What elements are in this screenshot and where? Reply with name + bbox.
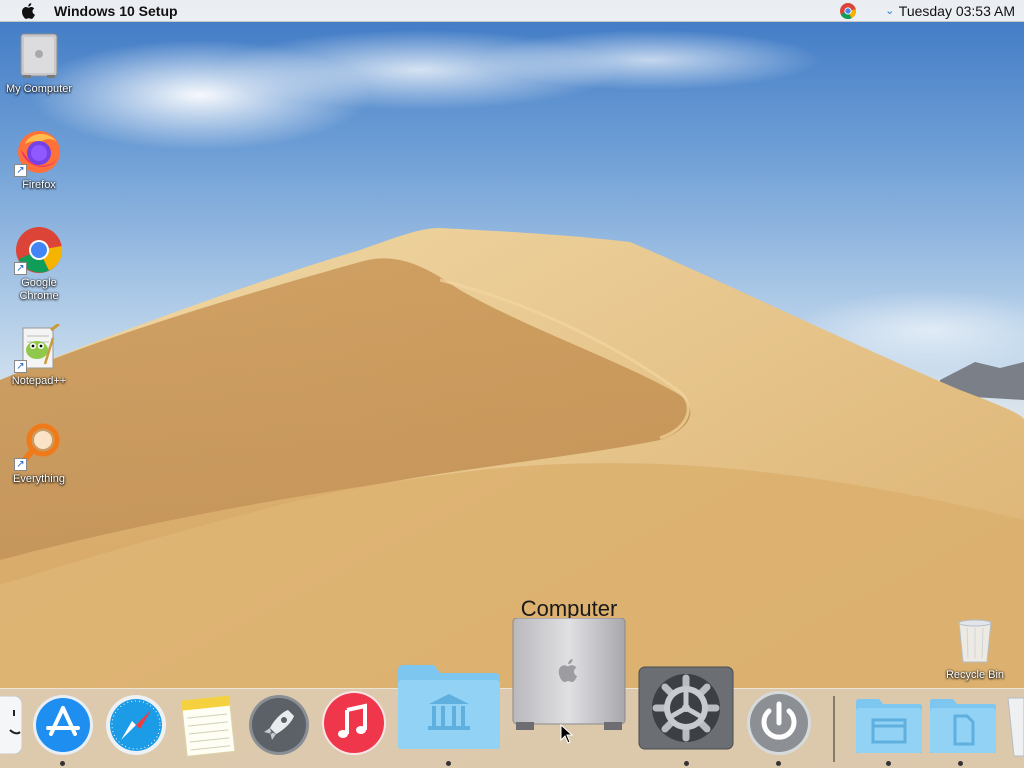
music-note-icon	[322, 691, 386, 755]
running-indicator	[958, 761, 963, 766]
desktop-icon-notepadpp[interactable]: ↗ Notepad++	[0, 322, 78, 388]
notes-icon	[180, 695, 236, 757]
dock-item-system-preferences[interactable]	[638, 666, 734, 755]
shortcut-arrow-icon: ↗	[14, 164, 27, 177]
desktop-icon-everything[interactable]: ↗ Everything	[0, 422, 78, 486]
dock-item-safari[interactable]	[105, 694, 167, 761]
running-indicator	[446, 761, 451, 766]
desktop-icon-label: Firefox	[22, 179, 56, 191]
dock-item-music[interactable]	[321, 690, 387, 761]
chevron-down-icon[interactable]: ⌄	[883, 4, 897, 18]
rocket-icon	[249, 695, 309, 755]
dock-item-notes[interactable]	[178, 692, 238, 763]
active-app-title[interactable]: Windows 10 Setup	[54, 3, 178, 19]
running-indicator	[776, 761, 781, 766]
desktop-icon-label: Google Chrome	[19, 277, 59, 302]
top-menu-bar: Windows 10 Setup ⌄ Tuesday 03:53 AM	[0, 0, 1024, 22]
desktop-icon-label: Recycle Bin	[945, 669, 1005, 681]
dock-item-finder[interactable]	[0, 695, 23, 759]
desktop-icon-recycle-bin[interactable]: Recycle Bin	[936, 618, 1014, 682]
dock-item-trash[interactable]	[1006, 694, 1024, 763]
safari-icon	[106, 695, 166, 755]
notepadpp-icon: ↗	[14, 322, 63, 373]
everything-search-icon: ↗	[14, 422, 63, 471]
running-indicator	[684, 761, 689, 766]
mac-pro-icon	[512, 617, 626, 730]
desktop-icon-label: Everything	[13, 473, 65, 485]
menubar-clock[interactable]: Tuesday 03:53 AM	[899, 3, 1015, 19]
window-folder-icon	[856, 699, 922, 753]
dock-item-documents-folder[interactable]	[929, 698, 997, 759]
mouse-cursor-icon	[560, 724, 574, 744]
desktop-icon-my-computer[interactable]: My Computer	[0, 32, 78, 96]
finder-icon	[0, 695, 23, 755]
shortcut-arrow-icon: ↗	[14, 458, 27, 471]
dock-item-library-folder[interactable]	[396, 664, 502, 755]
library-folder-icon	[398, 665, 500, 749]
document-folder-icon	[930, 699, 996, 753]
dock-item-launchpad[interactable]	[248, 694, 310, 761]
desktop-icon-label: Notepad++	[11, 375, 67, 387]
desktop-icon-label: My Computer	[5, 83, 73, 95]
chrome-icon[interactable]	[839, 2, 857, 20]
recycle-bin-icon	[951, 618, 999, 666]
trash-icon	[1007, 697, 1024, 757]
dock-item-window-folder[interactable]	[855, 698, 923, 759]
gear-icon	[638, 666, 734, 750]
power-icon	[747, 691, 811, 755]
desktop-icon-firefox[interactable]: ↗ Firefox	[0, 128, 78, 192]
chrome-icon: ↗	[14, 226, 63, 275]
apple-logo-icon[interactable]	[17, 0, 39, 22]
dock-separator	[833, 696, 835, 762]
dock-item-app-store[interactable]	[32, 694, 94, 761]
shortcut-arrow-icon: ↗	[14, 360, 27, 373]
firefox-icon: ↗	[14, 128, 63, 177]
app-store-icon	[33, 695, 93, 755]
dock-item-computer[interactable]	[512, 617, 626, 735]
running-indicator	[886, 761, 891, 766]
desktop-icon-google-chrome[interactable]: ↗ Google Chrome	[0, 226, 78, 303]
shortcut-arrow-icon: ↗	[14, 262, 27, 275]
running-indicator	[60, 761, 65, 766]
dock-item-power[interactable]	[746, 690, 812, 761]
mac-pro-icon	[15, 32, 63, 80]
